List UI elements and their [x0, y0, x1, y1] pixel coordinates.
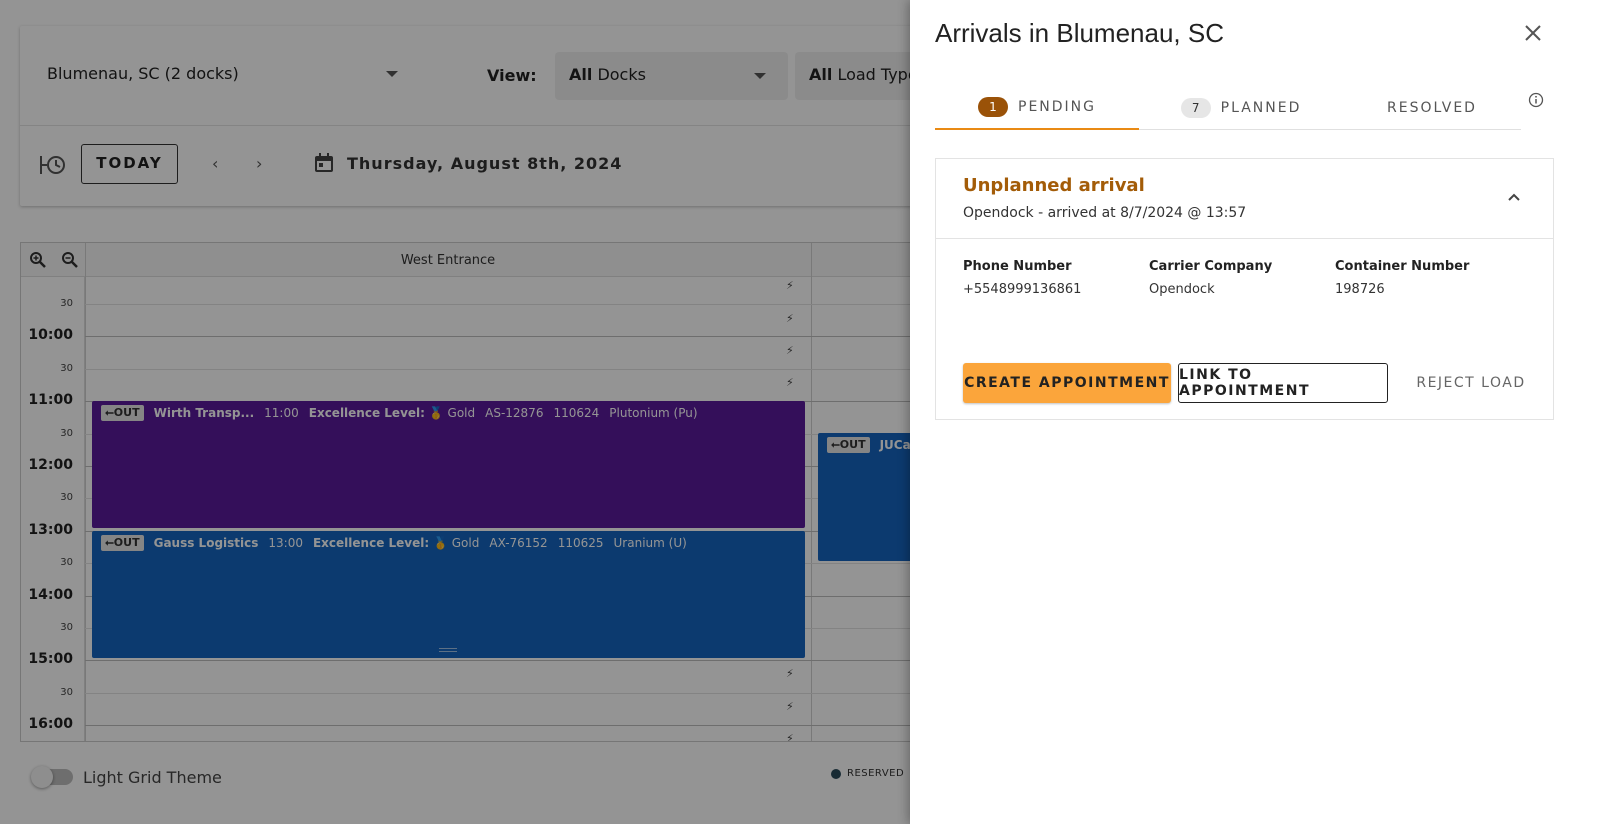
carrier-company-field: Carrier Company Opendock [1149, 259, 1272, 297]
field-label: Container Number [1335, 259, 1470, 274]
arrivals-drawer: Arrivals in Blumenau, SC 1 PENDING 7 PLA… [910, 0, 1599, 824]
arrival-card-header[interactable]: Unplanned arrival Opendock - arrived at … [936, 159, 1553, 239]
tab-pending[interactable]: 1 PENDING [935, 86, 1139, 130]
container-number-field: Container Number 198726 [1335, 259, 1469, 297]
field-value: 198726 [1335, 282, 1385, 297]
field-label: Phone Number [963, 259, 1072, 274]
pending-count-badge: 1 [978, 97, 1008, 117]
link-to-appointment-button[interactable]: LINK TO APPOINTMENT [1178, 363, 1388, 403]
tab-label: PLANNED [1220, 100, 1302, 116]
field-label: Carrier Company [1149, 259, 1273, 274]
arrival-card: Unplanned arrival Opendock - arrived at … [935, 158, 1554, 420]
phone-number-field: Phone Number +5548999136861 [963, 259, 1081, 297]
field-value: +5548999136861 [963, 282, 1082, 297]
create-appointment-button[interactable]: CREATE APPOINTMENT [963, 363, 1171, 403]
info-icon[interactable] [1528, 92, 1544, 108]
reject-load-button[interactable]: REJECT LOAD [1406, 363, 1536, 403]
chevron-up-icon[interactable] [1506, 189, 1522, 205]
tab-resolved[interactable]: RESOLVED [1343, 86, 1521, 130]
planned-count-badge: 7 [1180, 98, 1211, 118]
field-value: Opendock [1149, 282, 1215, 297]
drawer-title: Arrivals in Blumenau, SC [935, 18, 1224, 48]
arrival-subtitle: Opendock - arrived at 8/7/2024 @ 13:57 [963, 205, 1247, 221]
tab-label: RESOLVED [1387, 100, 1477, 116]
arrival-tabs: 1 PENDING 7 PLANNED RESOLVED [935, 86, 1521, 130]
arrival-title: Unplanned arrival [963, 175, 1145, 196]
close-icon[interactable] [1522, 22, 1544, 44]
tab-planned[interactable]: 7 PLANNED [1139, 86, 1343, 130]
tab-label: PENDING [1018, 99, 1096, 115]
